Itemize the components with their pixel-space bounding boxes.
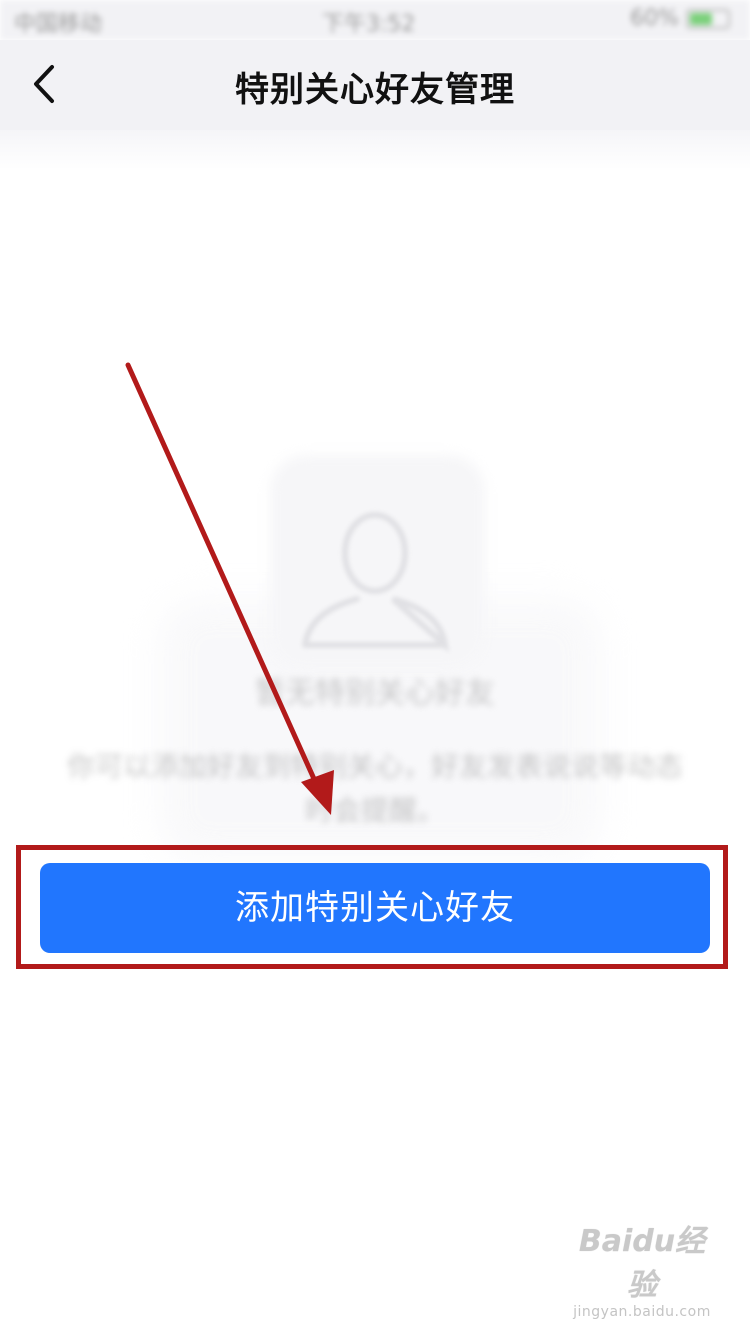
screen: 中国移动 下午3:52 60% 特别关心好友管理 暂无特别关心好友 你可以添加好… [0, 0, 750, 1334]
person-silhouette-icon [302, 512, 450, 653]
empty-state-title: 暂无特别关心好友 [255, 676, 495, 711]
empty-state-description: 你可以添加好友到特别关心，好友发表说说等动态时会提醒。 [66, 750, 683, 827]
status-bar: 中国移动 下午3:52 60% [0, 0, 750, 40]
watermark-logo: Baidu经验 [578, 1224, 706, 1303]
watermark-url: jingyan.baidu.com [573, 1304, 711, 1320]
battery-indicator: 60% [630, 6, 730, 31]
baidu-watermark: Baidu经验 jingyan.baidu.com [572, 1216, 712, 1320]
page-title: 特别关心好友管理 [235, 70, 515, 110]
battery-icon [686, 9, 730, 29]
add-special-care-friend-button[interactable]: 添加特别关心好友 [40, 863, 710, 953]
clock-label: 下午3:52 [322, 12, 416, 37]
battery-percent: 60% [630, 6, 679, 31]
navigation-bar: 特别关心好友管理 [0, 40, 750, 130]
carrier-label: 中国移动 [14, 12, 103, 37]
nav-shadow [0, 130, 750, 170]
